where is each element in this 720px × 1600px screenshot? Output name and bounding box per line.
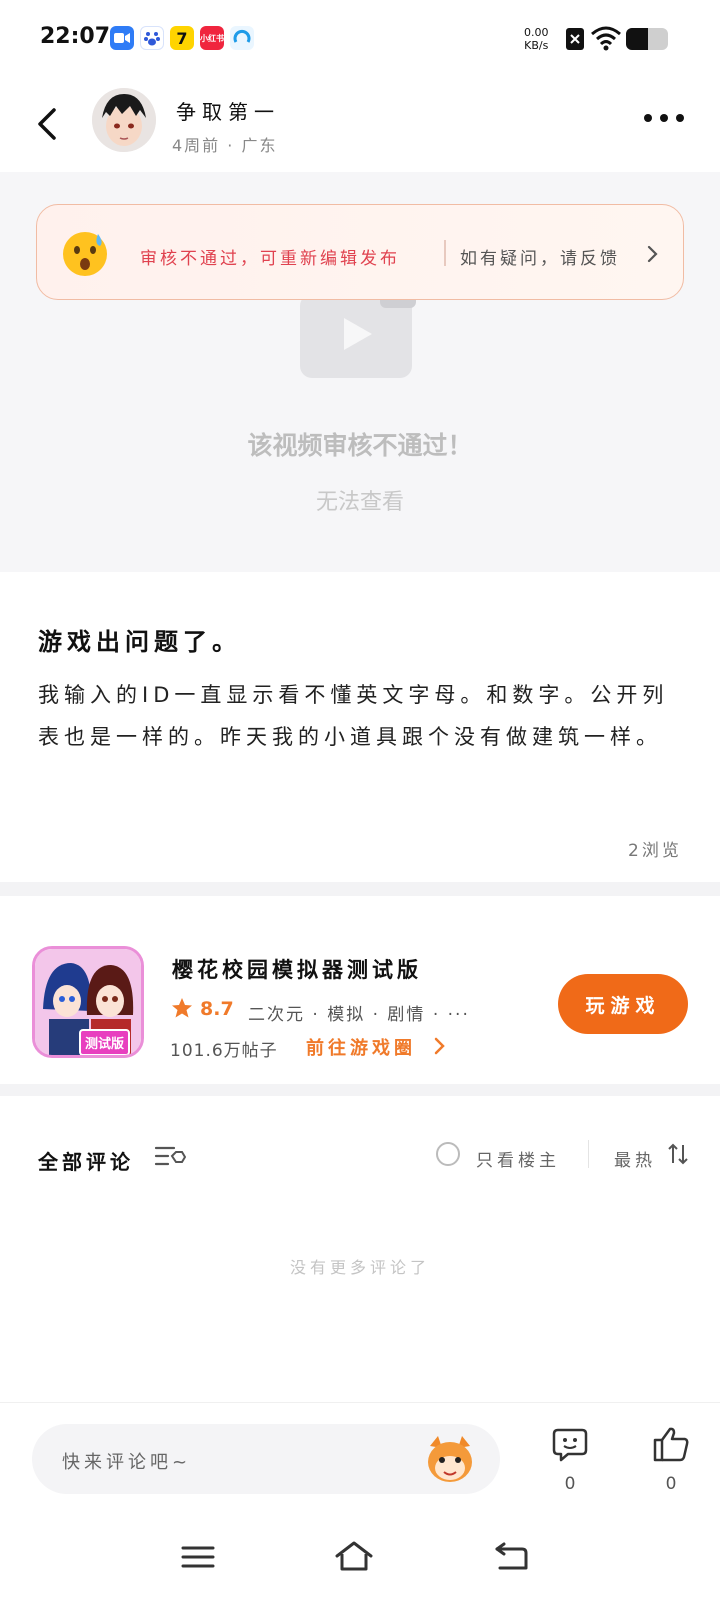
review-failed-text: 审核不通过，可重新编辑发布 <box>140 249 400 269</box>
seven-app-icon: 7 <box>170 26 194 50</box>
back-button[interactable] <box>34 104 64 144</box>
only-owner-checkbox[interactable] <box>436 1142 460 1166</box>
all-comments-title: 全部评论 <box>38 1150 134 1174</box>
sort-hot-label[interactable]: 最热 <box>614 1146 656 1171</box>
comment-input-placeholder[interactable]: 快来评论吧~ <box>62 1448 191 1474</box>
worried-emoji-icon <box>60 228 110 278</box>
no-more-comments: 没有更多评论了 <box>289 1258 430 1277</box>
chevron-right-icon[interactable] <box>646 244 660 264</box>
game-name[interactable]: 樱花校园模拟器测试版 <box>172 954 422 984</box>
back-nav-icon[interactable] <box>492 1540 532 1574</box>
battery-icon <box>626 28 668 50</box>
notice-divider <box>444 240 446 266</box>
thumbs-up-icon[interactable] <box>652 1426 690 1462</box>
menu-icon[interactable] <box>178 1540 218 1574</box>
net-speed-value: 0.00 <box>524 26 549 39</box>
filter-icon[interactable] <box>154 1144 187 1170</box>
section-divider <box>0 1084 720 1096</box>
video-status-title: 该视频审核不通过！ <box>247 431 473 460</box>
comment-count: 0 <box>564 1474 576 1494</box>
net-speed-unit: KB/s <box>524 39 549 52</box>
video-call-app-icon <box>110 26 134 50</box>
game-post-count: 101.6万帖子 <box>170 1041 278 1061</box>
post-meta: 4周前 · 广东 <box>172 136 278 155</box>
no-sim-icon <box>566 28 584 50</box>
section-divider <box>0 882 720 896</box>
star-icon <box>170 996 194 1020</box>
test-version-badge: 测试版 <box>79 1029 131 1055</box>
wifi-icon <box>590 26 622 52</box>
feedback-link[interactable]: 如有疑问，请反馈 <box>460 244 620 269</box>
mascot-emoji-icon[interactable] <box>424 1434 476 1484</box>
sort-icon[interactable] <box>666 1142 690 1166</box>
view-count: 2浏览 <box>628 841 682 861</box>
network-speed: 0.00 KB/s <box>524 26 549 52</box>
home-icon[interactable] <box>334 1540 374 1574</box>
chevron-right-icon[interactable] <box>434 1036 446 1056</box>
xiaohongshu-app-icon: 小红书 <box>200 26 224 50</box>
video-status-subtitle: 无法查看 <box>315 490 404 515</box>
comments-toolbar-divider <box>588 1140 589 1168</box>
post-body: 我输入的ID一直显示看不懂英文字母。和数字。公开列表也是一样的。昨天我的小道具跟… <box>38 683 669 749</box>
username[interactable]: 争取第一 <box>176 96 280 125</box>
browser-app-icon <box>230 26 254 50</box>
goto-game-circle-link[interactable]: 前往游戏圈 <box>306 1034 416 1060</box>
avatar[interactable] <box>92 88 156 152</box>
comment-icon[interactable] <box>552 1428 588 1462</box>
more-options-button[interactable] <box>640 110 690 124</box>
game-score: 8.7 <box>200 998 234 1020</box>
only-owner-label[interactable]: 只看楼主 <box>476 1146 560 1171</box>
post-title: 游戏出问题了。 <box>38 628 241 656</box>
game-tags: 二次元 · 模拟 · 剧情 · ··· <box>248 1005 470 1025</box>
status-time: 22:07 <box>40 24 111 49</box>
like-count: 0 <box>665 1474 677 1494</box>
game-icon[interactable]: 测试版 <box>32 946 144 1058</box>
baidu-app-icon <box>140 26 164 50</box>
play-game-button[interactable]: 玩游戏 <box>558 974 688 1034</box>
